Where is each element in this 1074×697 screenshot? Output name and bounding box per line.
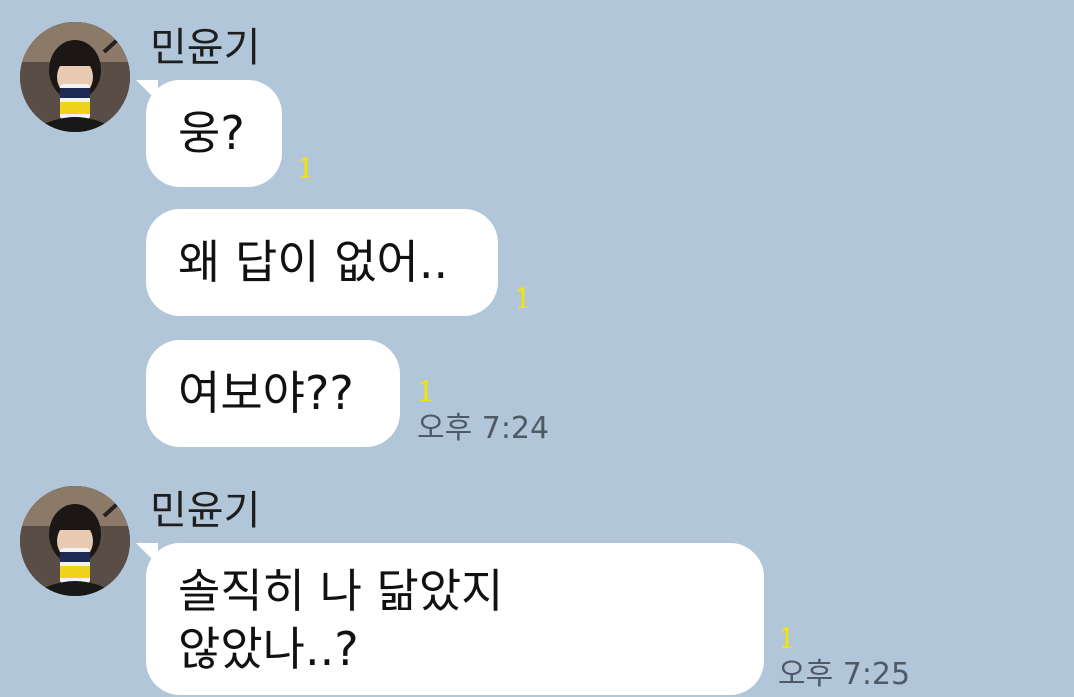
message-bubble[interactable]: 솔직히 나 닮았지 않았나..? [146, 543, 764, 695]
message-text: 여보야?? [178, 366, 354, 421]
unread-count: 1 [514, 282, 532, 315]
message-timestamp: 오후 7:24 [417, 411, 550, 446]
avatar[interactable] [20, 22, 130, 132]
profile-photo-icon [20, 22, 130, 132]
message-timestamp: 오후 7:25 [778, 657, 911, 692]
message-text-line: 솔직히 나 닮았지 [178, 564, 504, 618]
message-text-line: 않았나..? [178, 621, 359, 676]
message-text: 왜 답이 없어.. [178, 235, 449, 290]
sender-name: 민윤기 [150, 488, 261, 534]
unread-count: 1 [778, 622, 796, 655]
unread-count: 1 [417, 375, 435, 408]
chat-room: 민윤기 웅? 1 왜 답이 없어.. 1 여보야?? 1 오후 7:24 민윤기… [0, 0, 1074, 697]
message-bubble[interactable]: 왜 답이 없어.. [146, 209, 498, 316]
sender-name: 민윤기 [150, 25, 261, 71]
avatar[interactable] [20, 486, 130, 596]
message-bubble[interactable]: 웅? [146, 80, 282, 187]
message-bubble[interactable]: 여보야?? [146, 340, 400, 447]
message-text: 웅? [178, 106, 245, 161]
unread-count: 1 [297, 152, 315, 185]
profile-photo-icon [20, 486, 130, 596]
